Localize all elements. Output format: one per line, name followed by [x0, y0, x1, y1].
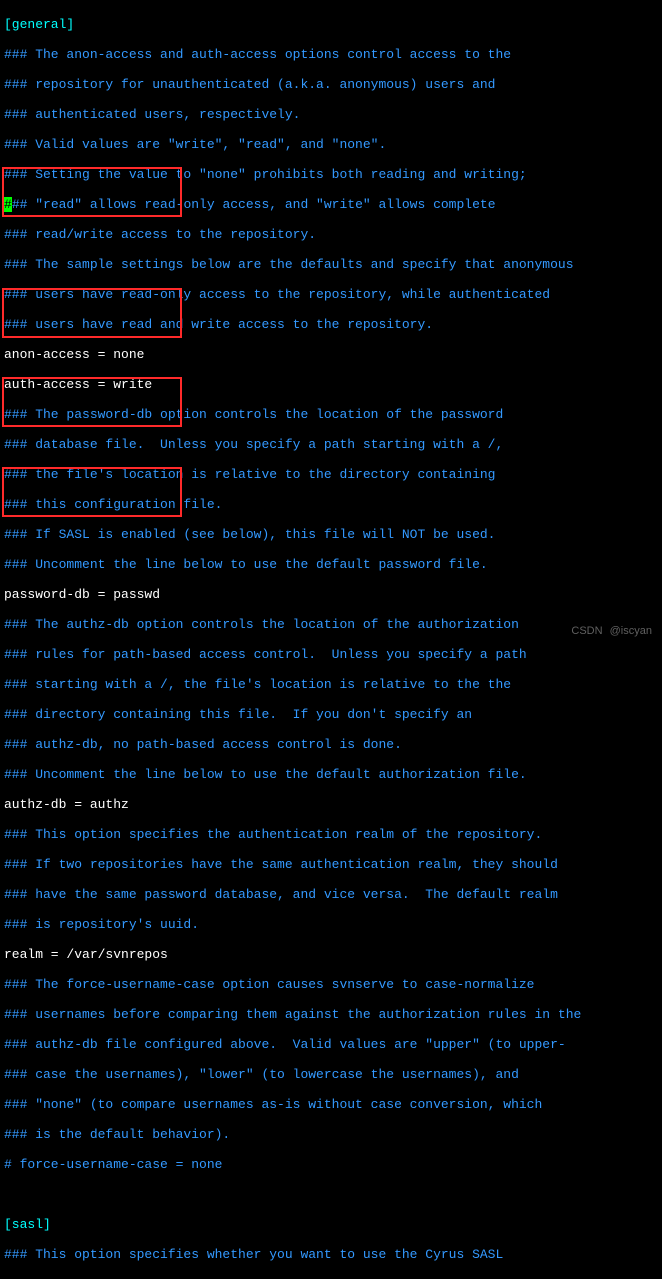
comment-line: ### authenticated users, respectively. [4, 107, 658, 122]
comment-line: ### If SASL is enabled (see below), this… [4, 527, 658, 542]
comment-line: ### Uncomment the line below to use the … [4, 767, 658, 782]
comment-line: ### starting with a /, the file's locati… [4, 677, 658, 692]
section-header-sasl: [sasl] [4, 1217, 658, 1232]
comment-line: ### The sample settings below are the de… [4, 257, 658, 272]
comment-line: ### Uncomment the line below to use the … [4, 557, 658, 572]
terminal-editor[interactable]: [general] ### The anon-access and auth-a… [0, 0, 662, 1279]
comment-line: ### rules for path-based access control.… [4, 647, 658, 662]
config-realm: realm = /var/svnrepos [4, 947, 658, 962]
comment-line: ### The password-db option controls the … [4, 407, 658, 422]
comment-line: ### Valid values are "write", "read", an… [4, 137, 658, 152]
comment-line: ### is the default behavior). [4, 1127, 658, 1142]
comment-line: ### case the usernames), "lower" (to low… [4, 1067, 658, 1082]
watermark: CSDN @iscyan [567, 624, 652, 639]
comment-line: ### usernames before comparing them agai… [4, 1007, 658, 1022]
config-auth-access: auth-access = write [4, 377, 658, 392]
comment-line: ### This option specifies whether you wa… [4, 1247, 658, 1262]
config-password-db: password-db = passwd [4, 587, 658, 602]
comment-line: ### The anon-access and auth-access opti… [4, 47, 658, 62]
config-authz-db: authz-db = authz [4, 797, 658, 812]
comment-line: ### is repository's uuid. [4, 917, 658, 932]
comment-line: ### authz-db, no path-based access contr… [4, 737, 658, 752]
comment-line: # force-username-case = none [4, 1157, 658, 1172]
comment-line: ### users have read-only access to the r… [4, 287, 658, 302]
comment-line: ### the file's location is relative to t… [4, 467, 658, 482]
config-anon-access: anon-access = none [4, 347, 658, 362]
comment-line: ### authz-db file configured above. Vali… [4, 1037, 658, 1052]
comment-line: ### this configuration file. [4, 497, 658, 512]
comment-line: ### repository for unauthenticated (a.k.… [4, 77, 658, 92]
cursor: # [4, 197, 12, 212]
comment-line: ### directory containing this file. If y… [4, 707, 658, 722]
comment-line: ### have the same password database, and… [4, 887, 658, 902]
comment-line: ### The authz-db option controls the loc… [4, 617, 658, 632]
comment-line: ### users have read and write access to … [4, 317, 658, 332]
comment-line: ### read/write access to the repository. [4, 227, 658, 242]
watermark-text: @iscyan [610, 625, 652, 637]
comment-line: ### This option specifies the authentica… [4, 827, 658, 842]
watermark-text: CSDN [571, 625, 602, 637]
comment-line: ### If two repositories have the same au… [4, 857, 658, 872]
comment-line-cursor: ### "read" allows read-only access, and … [4, 197, 658, 212]
comment-line: ### Setting the value to "none" prohibit… [4, 167, 658, 182]
blank-line [4, 1187, 658, 1202]
comment-line: ### The force-username-case option cause… [4, 977, 658, 992]
comment-line: ### "none" (to compare usernames as-is w… [4, 1097, 658, 1112]
section-header-general: [general] [4, 17, 658, 32]
comment-line: ### database file. Unless you specify a … [4, 437, 658, 452]
